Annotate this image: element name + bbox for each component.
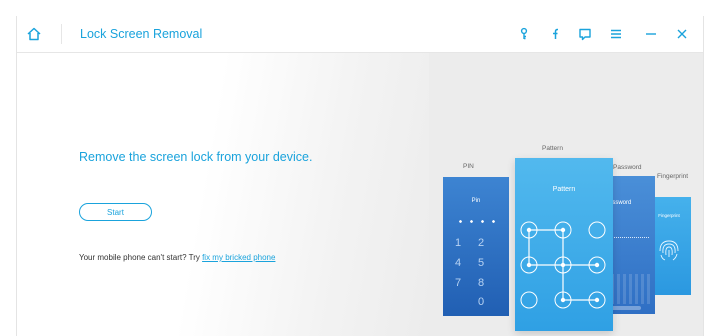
minimize-icon[interactable] bbox=[642, 25, 660, 43]
pattern-card: Pattern bbox=[515, 158, 613, 331]
headline: Remove the screen lock from your device. bbox=[79, 150, 313, 164]
pin-key-4: 4 bbox=[455, 257, 462, 269]
menu-icon[interactable] bbox=[607, 25, 625, 43]
feedback-icon[interactable] bbox=[576, 25, 594, 43]
key-icon[interactable] bbox=[515, 25, 533, 43]
help-text-prefix: Your mobile phone can't start? Try bbox=[79, 253, 203, 262]
pin-card: Pin 1 2 4 5 7 8 0 bbox=[443, 177, 509, 316]
pin-key-2: 2 bbox=[478, 237, 485, 249]
pin-card-title: Pin bbox=[471, 198, 481, 204]
pin-key-5: 5 bbox=[478, 257, 485, 269]
pattern-grid bbox=[520, 221, 606, 309]
app-window: Lock Screen Removal Remove the screen lo… bbox=[16, 16, 704, 336]
title-bar: Lock Screen Removal bbox=[17, 16, 703, 53]
space-bar bbox=[611, 306, 641, 310]
pin-key-8: 8 bbox=[478, 277, 485, 289]
password-dots bbox=[607, 237, 649, 238]
home-icon[interactable] bbox=[25, 25, 43, 43]
facebook-icon[interactable] bbox=[545, 25, 563, 43]
close-icon[interactable] bbox=[673, 25, 691, 43]
pin-label: PIN bbox=[463, 163, 474, 170]
pin-key-7: 7 bbox=[455, 277, 462, 289]
pattern-label: Pattern bbox=[542, 145, 563, 152]
password-label: Password bbox=[613, 164, 642, 171]
pin-key-0: 0 bbox=[478, 296, 485, 308]
pin-dots bbox=[455, 220, 499, 223]
help-text: Your mobile phone can't start? Try fix m… bbox=[79, 253, 275, 262]
pin-key-1: 1 bbox=[455, 237, 462, 249]
fingerprint-icon bbox=[659, 240, 679, 261]
start-button[interactable]: Start bbox=[79, 203, 152, 221]
illustration-panel: PIN Pattern Password Fingerprint Fingerp… bbox=[429, 53, 703, 336]
fingerprint-label: Fingerprint bbox=[657, 173, 689, 180]
window-title: Lock Screen Removal bbox=[80, 27, 203, 41]
title-divider bbox=[61, 24, 62, 44]
content-panel: Remove the screen lock from your device.… bbox=[17, 53, 429, 336]
fix-bricked-phone-link[interactable]: fix my bricked phone bbox=[202, 253, 275, 262]
